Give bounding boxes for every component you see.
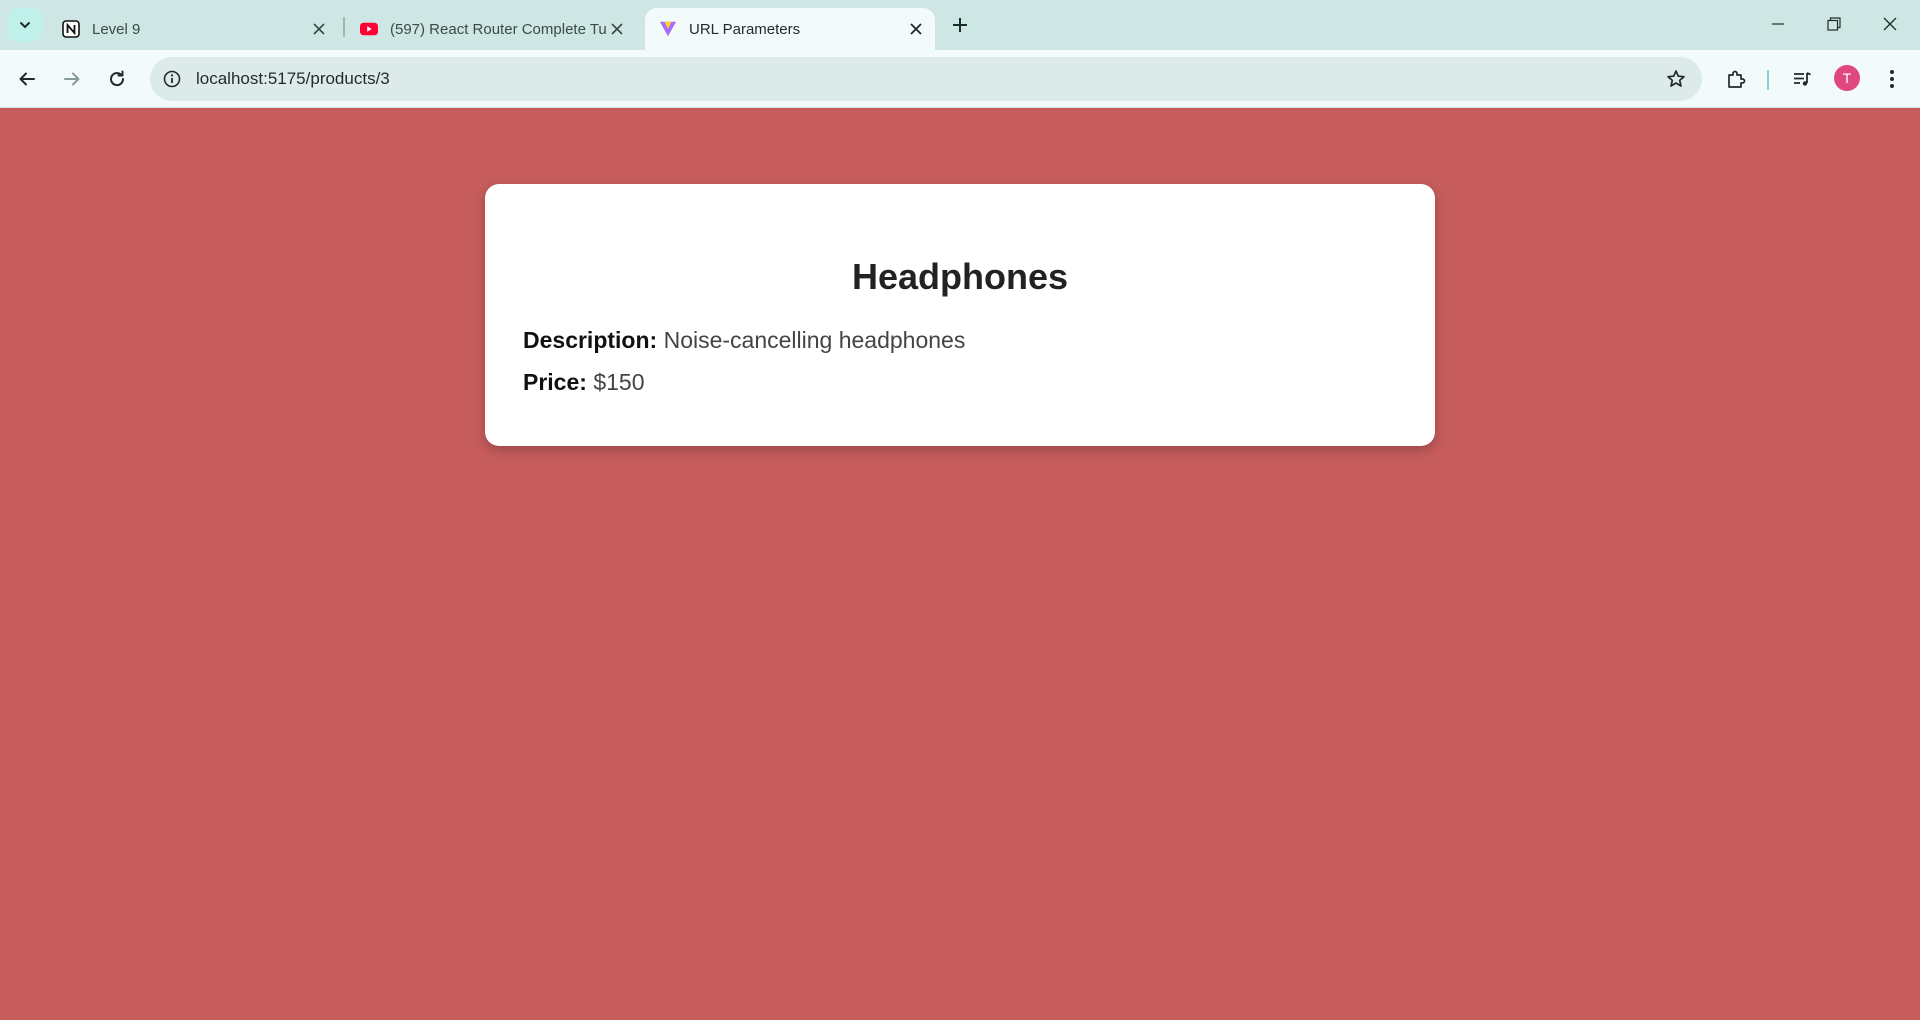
page-viewport: Headphones Description: Noise-cancelling…: [0, 109, 1920, 1020]
site-info-icon[interactable]: [154, 61, 190, 97]
restore-icon: [1827, 17, 1841, 31]
new-tab-button[interactable]: [946, 11, 974, 39]
description-value: Noise-cancelling headphones: [663, 327, 966, 353]
profile-avatar[interactable]: T: [1834, 65, 1860, 91]
tab-title: URL Parameters: [689, 20, 801, 38]
minimize-button[interactable]: [1750, 0, 1806, 48]
extensions-button[interactable]: [1718, 61, 1754, 97]
close-window-button[interactable]: [1862, 0, 1918, 48]
arrow-right-icon: [64, 72, 80, 86]
tab-title: (597) React Router Complete Tu: [390, 20, 606, 38]
close-icon[interactable]: [905, 18, 927, 40]
product-title: Headphones: [851, 256, 1069, 297]
notion-icon: [62, 20, 80, 38]
tab-strip: Level 9 (597) React Router Complete Tu U…: [0, 0, 1920, 50]
minimize-icon: [1772, 23, 1784, 25]
toolbar-divider: [1767, 70, 1769, 90]
tab-separator: [343, 17, 345, 37]
restore-button[interactable]: [1806, 0, 1862, 48]
bookmark-star-icon[interactable]: [1658, 61, 1694, 97]
media-control-button[interactable]: [1784, 61, 1820, 97]
address-bar[interactable]: localhost:5175/products/3: [150, 57, 1702, 101]
browser-toolbar: localhost:5175/products/3: [0, 50, 1920, 108]
product-price: Price: $150: [523, 368, 1397, 396]
more-vertical-icon: [1890, 70, 1894, 88]
arrow-left-icon: [19, 72, 35, 86]
reload-icon: [110, 70, 125, 87]
forward-button[interactable]: [54, 61, 90, 97]
tab-search-button[interactable]: [8, 8, 42, 42]
description-label: Description:: [523, 327, 658, 353]
youtube-icon: [360, 20, 378, 38]
product-card: Headphones Description: Noise-cancelling…: [485, 184, 1435, 446]
close-icon[interactable]: [308, 18, 330, 40]
price-value: $150: [593, 369, 645, 395]
tab-react-router-video[interactable]: (597) React Router Complete Tu: [346, 8, 636, 50]
tab-level-9[interactable]: Level 9: [48, 8, 338, 50]
product-description: Description: Noise-cancelling headphones: [523, 326, 1397, 354]
url-text[interactable]: localhost:5175/products/3: [196, 69, 1658, 89]
chevron-down-icon: [20, 22, 30, 29]
tab-title: Level 9: [92, 20, 141, 38]
plus-icon: [953, 18, 967, 32]
menu-button[interactable]: [1874, 61, 1910, 97]
vite-icon: [659, 20, 677, 38]
playlist-music-icon: [1794, 72, 1811, 86]
back-button[interactable]: [9, 61, 45, 97]
reload-button[interactable]: [99, 61, 135, 97]
tab-url-parameters[interactable]: URL Parameters: [645, 8, 935, 50]
close-icon: [1883, 17, 1897, 31]
puzzle-icon: [1728, 70, 1746, 88]
close-icon[interactable]: [606, 18, 628, 40]
price-label: Price:: [523, 369, 587, 395]
